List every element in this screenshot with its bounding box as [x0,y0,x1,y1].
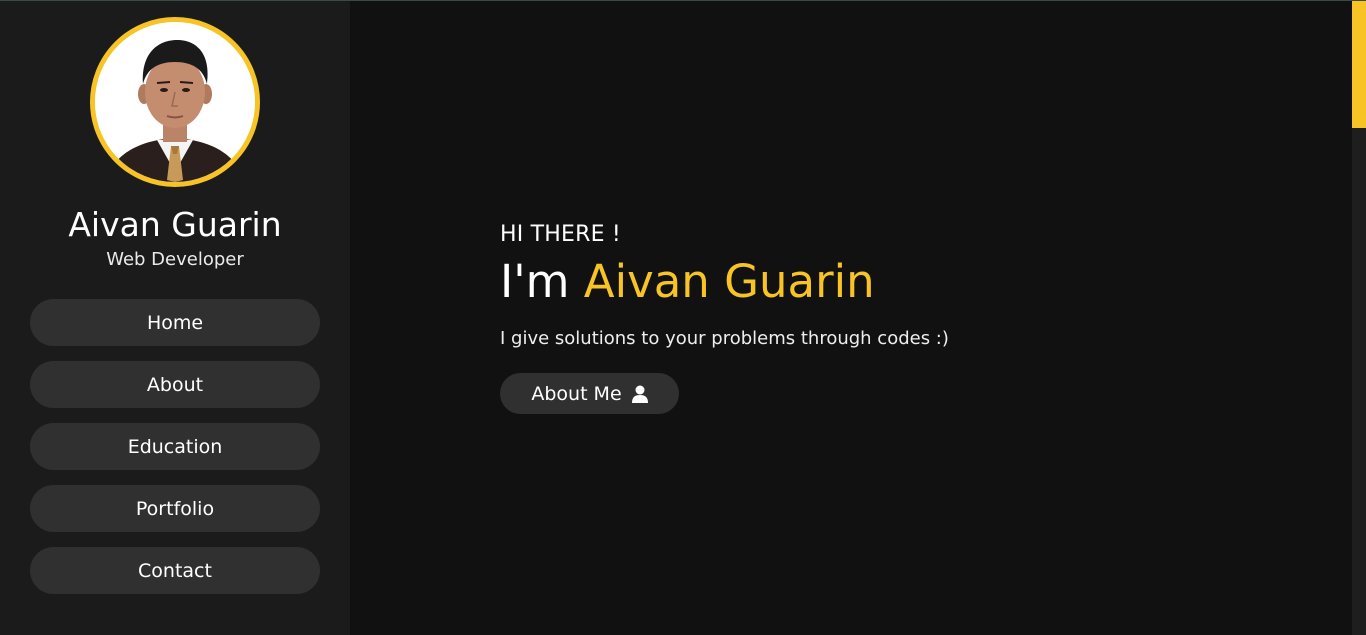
avatar [90,17,260,187]
nav-item-about[interactable]: About [30,361,320,408]
main-content: HI THERE ! I'm Aivan Guarin I give solut… [350,1,1352,635]
scrollbar-thumb[interactable] [1352,1,1366,128]
headline-prefix: I'm [500,255,584,308]
hero-section: HI THERE ! I'm Aivan Guarin I give solut… [500,221,949,414]
page-scrollbar[interactable] [1352,1,1366,635]
profile-role: Web Developer [106,249,244,270]
headline-name: Aivan Guarin [583,255,875,308]
hero-headline: I'm Aivan Guarin [500,255,949,309]
nav-item-home[interactable]: Home [30,299,320,346]
nav-item-education[interactable]: Education [30,423,320,470]
profile-photo [95,22,255,182]
nav-item-portfolio[interactable]: Portfolio [30,485,320,532]
sidebar-nav: Home About Education Portfolio Contact [30,299,320,594]
about-me-label: About Me [531,382,622,405]
profile-name: Aivan Guarin [68,205,282,244]
hero-tagline: I give solutions to your problems throug… [500,328,949,349]
hero-greeting: HI THERE ! [500,222,621,247]
sidebar: Aivan Guarin Web Developer Home About Ed… [0,1,350,635]
about-me-button[interactable]: About Me [500,373,679,414]
user-icon [631,385,648,403]
nav-item-contact[interactable]: Contact [30,547,320,594]
